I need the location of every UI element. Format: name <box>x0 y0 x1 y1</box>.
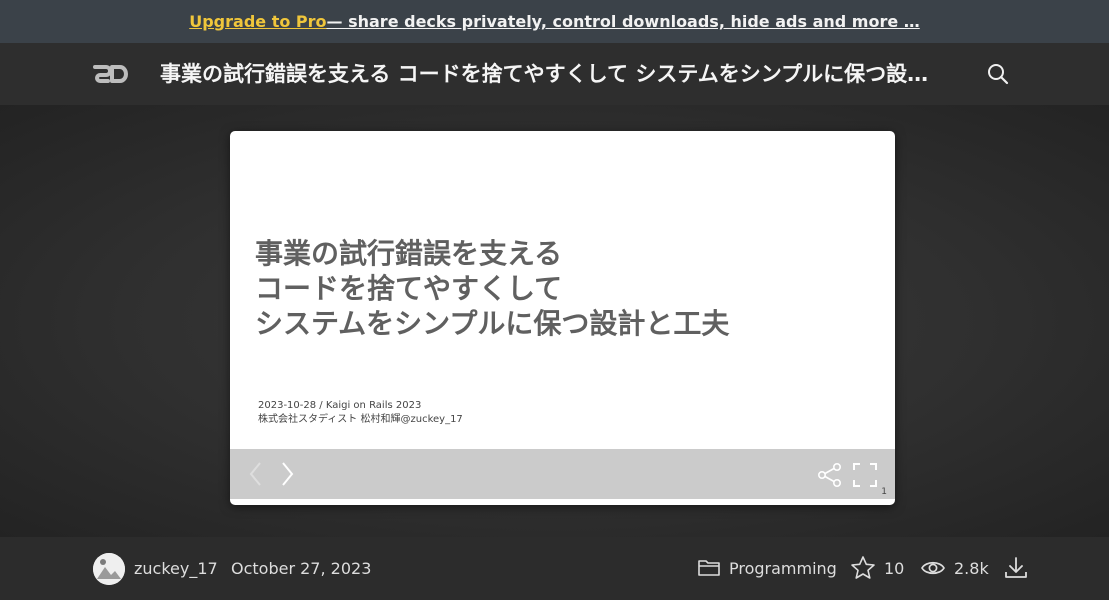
chevron-right-icon <box>282 462 294 486</box>
share-button[interactable] <box>817 462 843 488</box>
speakerdeck-logo[interactable] <box>92 63 128 85</box>
deck-info-bar: zuckey_17 October 27, 2023 Programming 1… <box>0 537 1109 600</box>
upgrade-to-pro-link[interactable]: Upgrade to Pro <box>189 12 326 31</box>
star-icon <box>851 556 875 579</box>
slide-meta-event: 2023-10-28 / Kaigi on Rails 2023 <box>258 400 422 411</box>
avatar[interactable] <box>93 553 125 585</box>
star-button[interactable]: 10 <box>850 555 904 581</box>
download-icon <box>1005 557 1027 578</box>
slide-controls-bar: 1 <box>230 449 895 499</box>
header-bar: 事業の試行錯誤を支える コードを捨てやすくして システムをシンプルに保つ設計と工… <box>0 43 1109 105</box>
category-link[interactable]: Programming <box>697 555 837 581</box>
search-icon <box>988 64 1009 85</box>
download-button[interactable] <box>1003 555 1037 581</box>
promo-banner: Upgrade to Pro — share decks privately, … <box>0 0 1109 43</box>
star-count: 10 <box>884 558 905 578</box>
folder-icon <box>698 560 720 576</box>
category-label: Programming <box>729 558 837 578</box>
fullscreen-icon <box>853 463 877 487</box>
author-link[interactable]: zuckey_17 <box>134 559 218 578</box>
slide-viewer[interactable]: 事業の試行錯誤を支える コードを捨てやすくして システムをシンプルに保つ設計と工… <box>230 131 895 505</box>
next-slide-button[interactable] <box>278 460 298 488</box>
slide-title: 事業の試行錯誤を支える コードを捨てやすくして システムをシンプルに保つ設計と工… <box>255 236 875 341</box>
slide-meta-author: 株式会社スタディスト 松村和輝@zuckey_17 <box>258 414 463 425</box>
promo-message-link[interactable]: — share decks privately, control downloa… <box>327 12 920 31</box>
share-icon <box>817 462 841 487</box>
page-title: 事業の試行錯誤を支える コードを捨てやすくして システムをシンプルに保つ設計と工… <box>160 62 940 86</box>
slide-title-line: コードを捨てやすくして <box>255 272 563 305</box>
views-count: 2.8k <box>954 558 989 578</box>
slide-title-line: システムをシンプルに保つ設計と工夫 <box>255 307 730 340</box>
avatar-image-icon <box>93 553 125 585</box>
slide-stage: 事業の試行錯誤を支える コードを捨てやすくして システムをシンプルに保つ設計と工… <box>0 105 1109 537</box>
speakerdeck-logo-icon <box>93 65 128 83</box>
search-button[interactable] <box>985 61 1011 87</box>
slide-page-number: 1 <box>881 487 887 497</box>
publish-date: October 27, 2023 <box>231 559 372 578</box>
prev-slide-button[interactable] <box>246 460 266 488</box>
eye-icon <box>921 561 945 575</box>
views-stat: 2.8k <box>920 555 989 581</box>
slide-title-line: 事業の試行錯誤を支える <box>255 237 563 270</box>
fullscreen-button[interactable] <box>852 462 878 488</box>
slide-meta: 2023-10-28 / Kaigi on Rails 2023 株式会社スタデ… <box>258 399 463 427</box>
chevron-left-icon <box>249 462 261 486</box>
